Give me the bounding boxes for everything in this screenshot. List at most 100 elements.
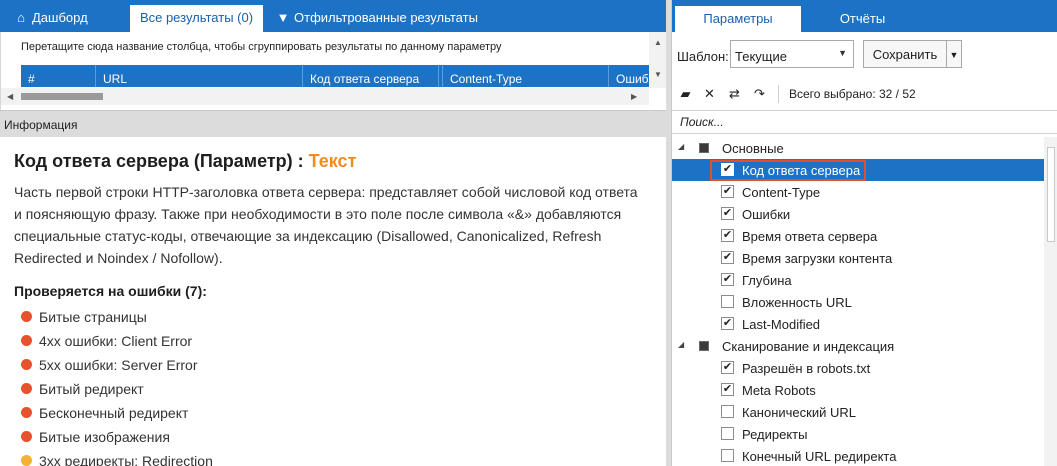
chevron-down-icon: ▼ [949,50,959,60]
tree-item[interactable]: Канонический URL [672,401,1044,423]
toolbar-divider [778,85,779,103]
tree-item-label: Конечный URL редиректа [742,449,897,464]
check-label: Битые страницы [39,309,147,325]
tree-item-label: Ошибки [742,207,791,222]
grid-horizontal-scrollbar[interactable]: ◀ ▶ [1,88,649,105]
checks-heading: Проверяется на ошибки (7): [14,283,207,299]
tree-group-main[interactable]: ◢ Основные [672,137,1044,159]
tab-all-results-label: Все результаты (0) [139,10,254,25]
tree-item-status-code[interactable]: ✔ Код ответа сервера [672,159,1044,181]
checkbox[interactable] [721,405,734,418]
info-panel-title: Информация [4,118,78,132]
tree-item[interactable]: ✔ Время ответа сервера [672,225,1044,247]
check-label: Бесконечный редирект [39,405,189,421]
highlight-outline [710,160,866,181]
tree-item[interactable]: Конечный URL редиректа [672,445,1044,466]
scroll-down-icon[interactable]: ▼ [654,70,662,79]
parameter-name: Код ответа сервера (Параметр) : [14,151,309,171]
vertical-scroll-thumb[interactable] [1047,147,1055,242]
eraser-icon[interactable]: ▰ [677,85,694,102]
warning-dot-icon [21,455,32,466]
checks-list: Битые страницы 4xx ошибки: Client Error … [14,305,666,466]
checkbox[interactable]: ✔ [721,317,734,330]
group-by-drop-zone[interactable]: Перетащите сюда название столбца, чтобы … [21,41,502,53]
tree-group-label: Сканирование и индексация [722,339,895,354]
tab-all-results[interactable]: Все результаты (0) [130,5,263,32]
tree-item[interactable]: Вложенность URL [672,291,1044,313]
list-item: Битый редирект [14,377,666,401]
grid-header: # URL Код ответа сервера Content-Type Ош… [21,65,649,87]
parameters-tabbar: Параметры Отчёты [672,0,1057,32]
tab-parameters[interactable]: Параметры [675,6,801,32]
checkbox[interactable]: ✔ [721,207,734,220]
results-tabbar: ⌂ Дашборд Все результаты (0) ▼ Отфильтрова… [0,0,666,32]
collapse-icon[interactable]: ✕ [701,85,718,102]
redo-icon[interactable]: ↷ [751,85,768,102]
template-row: Шаблон: Текущие ▼ Сохранить ▼ [672,40,1057,70]
invert-selection-icon[interactable]: ⇄ [726,85,743,102]
results-pane: ⌂ Дашборд Все результаты (0) ▼ Отфильтрова… [0,0,667,466]
tab-filtered-results[interactable]: ▼ Отфильтрованные результаты [276,5,478,32]
tree-item[interactable]: ✔ Время загрузки контента [672,247,1044,269]
template-select[interactable]: Текущие ▼ [730,40,854,68]
tree-group-scan[interactable]: ◢ Сканирование и индексация [672,335,1044,357]
error-dot-icon [21,431,32,442]
parameter-search [672,110,1057,134]
collapse-triangle-icon[interactable]: ◢ [678,142,684,151]
info-panel-body: Код ответа сервера (Параметр) : Текст Ча… [0,137,666,466]
checkbox[interactable]: ✔ [721,229,734,242]
tree-group-label: Основные [722,141,784,156]
results-grid: Перетащите сюда название столбца, чтобы … [0,32,667,110]
search-input[interactable] [672,111,1052,133]
tab-dashboard[interactable]: ⌂ Дашборд [14,5,88,32]
tree-item[interactable]: ✔ Глубина [672,269,1044,291]
scroll-left-icon[interactable]: ◀ [7,92,13,101]
tab-dashboard-label: Дашборд [32,10,88,25]
parameter-title: Код ответа сервера (Параметр) : Текст [14,151,666,172]
grid-vertical-scrollbar[interactable]: ▲ ▼ [649,32,667,88]
column-header-errors[interactable]: Ошиб [609,65,649,87]
tree-item[interactable]: ✔ Last-Modified [672,313,1044,335]
checkbox[interactable] [721,449,734,462]
tree-item[interactable]: ✔ Ошибки [672,203,1044,225]
checkbox[interactable]: ✔ [721,251,734,264]
tree-item-label: Канонический URL [742,405,856,420]
scroll-up-icon[interactable]: ▲ [654,38,662,47]
check-label: 5xx ошибки: Server Error [39,357,198,373]
error-dot-icon [21,407,32,418]
checkbox[interactable]: ✔ [721,361,734,374]
checkbox[interactable] [721,427,734,440]
tree-item[interactable]: ✔ Разрешён в robots.txt [672,357,1044,379]
column-header-number[interactable]: # [21,65,96,87]
column-header-url[interactable]: URL [96,65,303,87]
horizontal-scroll-thumb[interactable] [21,93,103,100]
partial-checkbox[interactable] [699,143,709,153]
tree-toolbar: ▰ ✕ ⇄ ↷ Всего выбрано: 32 / 52 [672,80,1057,108]
chevron-down-icon: ▼ [838,48,847,58]
checkbox[interactable]: ✔ [721,273,734,286]
column-header-content-type[interactable]: Content-Type [443,65,609,87]
collapse-triangle-icon[interactable]: ◢ [678,340,684,349]
checkbox[interactable]: ✔ [721,383,734,396]
partial-checkbox[interactable] [699,341,709,351]
tab-reports[interactable]: Отчёты [810,6,915,32]
scroll-right-icon[interactable]: ▶ [631,92,637,101]
tree-item[interactable]: ✔ Content-Type [672,181,1044,203]
error-dot-icon [21,311,32,322]
checkbox[interactable] [721,295,734,308]
tree-vertical-scrollbar[interactable] [1044,137,1057,466]
filter-icon: ▼ [276,10,290,25]
check-label: 3xx редиректы: Redirection [39,453,213,466]
info-panel-header: Информация [0,110,666,137]
save-template-button[interactable]: Сохранить [863,40,947,68]
checkbox[interactable]: ✔ [721,185,734,198]
save-options-dropdown[interactable]: ▼ [947,40,962,68]
column-header-status-code[interactable]: Код ответа сервера [303,65,439,87]
error-dot-icon [21,383,32,394]
tree-item[interactable]: ✔ Meta Robots [672,379,1044,401]
list-item: Битые изображения [14,425,666,449]
selected-count: Всего выбрано: 32 / 52 [789,87,916,101]
home-icon: ⌂ [17,10,25,25]
tree-item[interactable]: Редиректы [672,423,1044,445]
list-item: Битые страницы [14,305,666,329]
